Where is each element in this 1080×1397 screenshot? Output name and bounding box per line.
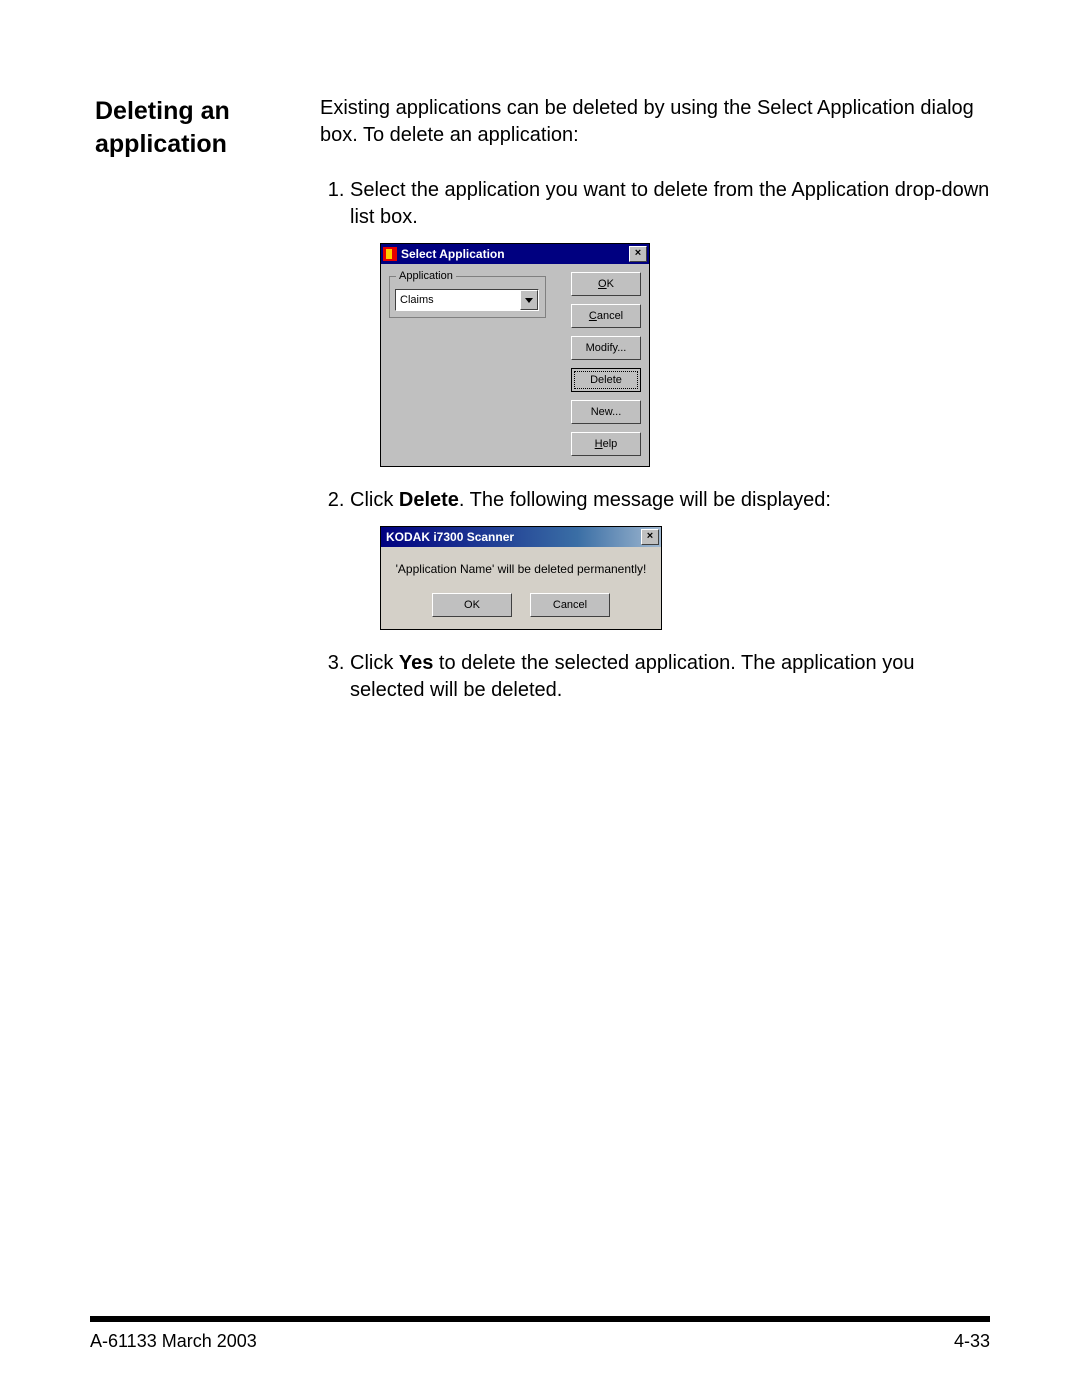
close-icon[interactable]: × xyxy=(641,529,659,545)
confirm-message: 'Application Name' will be deleted perma… xyxy=(391,561,651,577)
step-1: Select the application you want to delet… xyxy=(350,177,990,467)
dialog-title: Select Application xyxy=(401,246,629,262)
delete-button[interactable]: Delete xyxy=(571,368,641,392)
application-dropdown[interactable]: Claims xyxy=(395,289,539,311)
new-button[interactable]: New... xyxy=(571,400,641,424)
cancel-button[interactable]: Cancel xyxy=(571,304,641,328)
step-3-bold: Yes xyxy=(399,652,433,674)
dropdown-value: Claims xyxy=(396,293,520,308)
close-icon[interactable]: × xyxy=(629,246,647,262)
dialog-title: KODAK i7300 Scanner xyxy=(383,529,641,545)
step-1-text: Select the application you want to delet… xyxy=(350,179,989,228)
footer-right: 4-33 xyxy=(954,1331,990,1352)
confirm-delete-dialog: KODAK i7300 Scanner × 'Application Name'… xyxy=(380,526,662,630)
kodak-icon xyxy=(383,247,397,261)
chevron-down-icon[interactable] xyxy=(520,290,538,310)
step-3-post: to delete the selected application. The … xyxy=(350,652,914,701)
modify-button[interactable]: Modify... xyxy=(571,336,641,360)
step-3-pre: Click xyxy=(350,652,399,674)
ok-button[interactable]: OK xyxy=(571,272,641,296)
step-2-pre: Click xyxy=(350,489,399,511)
step-2: Click Delete. The following message will… xyxy=(350,487,990,630)
help-button[interactable]: Help xyxy=(571,432,641,456)
cancel-button[interactable]: Cancel xyxy=(530,593,610,617)
dialog-titlebar: KODAK i7300 Scanner × xyxy=(381,527,661,547)
footer-left: A-61133 March 2003 xyxy=(90,1331,257,1352)
intro-paragraph: Existing applications can be deleted by … xyxy=(320,95,990,149)
footer-rule xyxy=(90,1316,990,1322)
select-application-dialog: Select Application × Application Claims xyxy=(380,243,650,467)
step-2-post: . The following message will be displaye… xyxy=(459,489,831,511)
fieldset-legend: Application xyxy=(396,269,456,284)
dialog-titlebar: Select Application × xyxy=(381,244,649,264)
ok-button[interactable]: OK xyxy=(432,593,512,617)
step-3: Click Yes to delete the selected applica… xyxy=(350,650,990,704)
application-fieldset: Application Claims xyxy=(389,276,546,318)
section-heading: Deleting an application xyxy=(95,95,320,724)
step-2-bold: Delete xyxy=(399,489,459,511)
